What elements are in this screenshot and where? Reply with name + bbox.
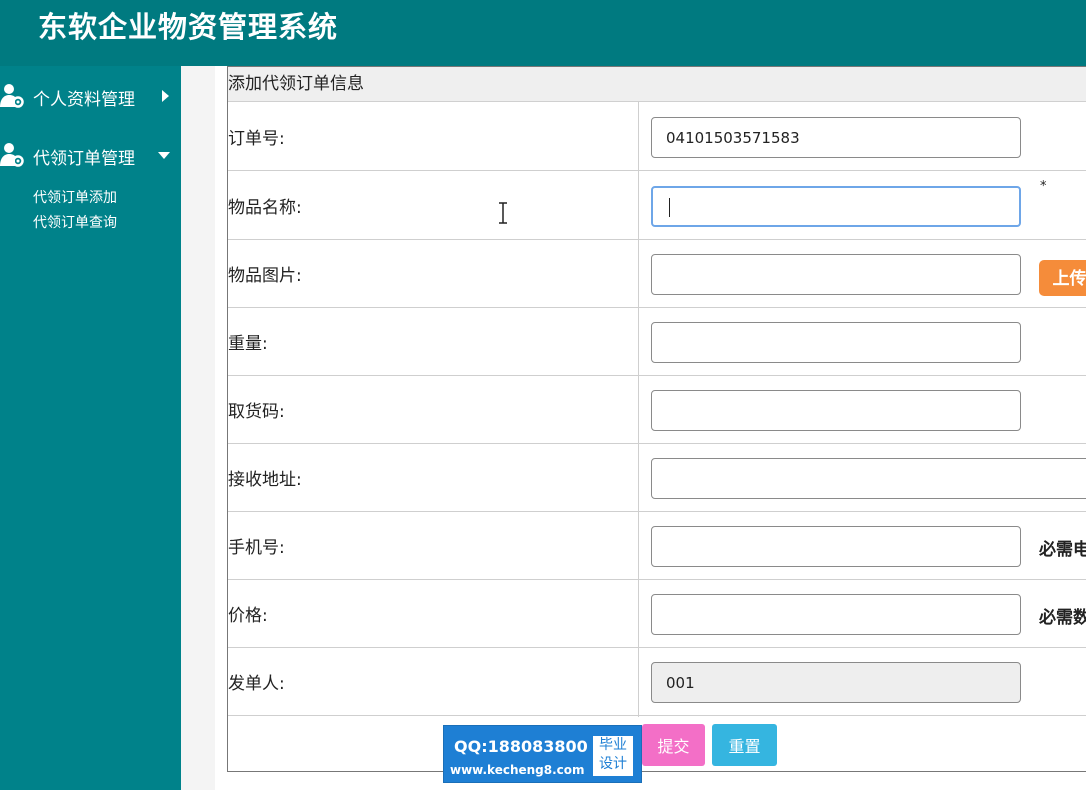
sidebar-group-label: 代领订单管理: [33, 149, 135, 169]
field-hint: 必需电: [1039, 540, 1086, 560]
form-row-phone: 手机号: 必需电: [228, 511, 1086, 580]
sidebar-group-label: 个人资料管理: [33, 90, 135, 110]
form-row-address: 接收地址:: [228, 443, 1086, 512]
field-hint: 必需数: [1039, 608, 1086, 628]
user-settings-icon: [0, 143, 24, 167]
form-row-item-image: 物品图片: 上传: [228, 239, 1086, 308]
pickup-code-input[interactable]: [651, 390, 1021, 431]
field-label: 物品图片:: [228, 266, 302, 286]
watermark-badge: QQ:188083800 www.kecheng8.com 毕业 设计: [443, 725, 642, 783]
field-label: 订单号:: [228, 129, 285, 149]
watermark-url: www.kecheng8.com: [450, 763, 585, 777]
field-label: 接收地址:: [228, 470, 302, 490]
sidebar-group-orders[interactable]: 代领订单管理: [0, 139, 181, 171]
sidebar-item-order-query[interactable]: 代领订单查询: [33, 212, 117, 232]
form-row-order-no: 订单号:: [228, 102, 1086, 171]
sidebar-group-profile[interactable]: 个人资料管理: [0, 80, 181, 112]
watermark-tag: 毕业 设计: [593, 736, 633, 776]
field-label: 重量:: [228, 334, 268, 354]
required-mark: *: [1040, 179, 1047, 194]
sender-input[interactable]: [651, 662, 1021, 703]
item-image-input[interactable]: [651, 254, 1021, 295]
watermark-qq: QQ:188083800: [454, 737, 588, 756]
chevron-right-icon: [162, 90, 169, 102]
form-row-item-name: 物品名称: *: [228, 171, 1086, 240]
watermark-tag-line1: 毕业: [599, 737, 627, 753]
phone-input[interactable]: [651, 526, 1021, 567]
sidebar-item-order-add[interactable]: 代领订单添加: [33, 187, 117, 207]
form-row-sender: 发单人:: [228, 647, 1086, 716]
app-title: 东软企业物资管理系统: [38, 10, 339, 44]
submit-button[interactable]: 提交: [642, 724, 705, 766]
form-panel: 添加代领订单信息 订单号: 物品名称: * 物品图片: 上传 重量: 取货码: …: [227, 66, 1086, 772]
weight-input[interactable]: [651, 322, 1021, 363]
form-row-price: 价格: 必需数: [228, 579, 1086, 648]
text-cursor: [669, 198, 670, 217]
order-number-input[interactable]: [651, 117, 1021, 158]
chevron-down-icon: [158, 152, 170, 159]
reset-button[interactable]: 重置: [712, 724, 777, 766]
field-label: 价格:: [228, 606, 268, 626]
ibeam-cursor-icon: [499, 202, 507, 224]
sidebar-gap: [181, 66, 215, 790]
field-label: 物品名称:: [228, 198, 302, 218]
field-label: 取货码:: [228, 402, 285, 422]
user-settings-icon: [0, 84, 24, 108]
address-input[interactable]: [651, 458, 1086, 499]
sidebar: 个人资料管理 代领订单管理 代领订单添加 代领订单查询: [0, 66, 181, 790]
price-input[interactable]: [651, 594, 1021, 635]
upload-button[interactable]: 上传: [1039, 260, 1086, 296]
field-label: 发单人:: [228, 674, 285, 694]
watermark-tag-line2: 设计: [599, 756, 627, 772]
section-title: 添加代领订单信息: [228, 67, 1086, 102]
form-row-pickup-code: 取货码:: [228, 375, 1086, 444]
field-label: 手机号:: [228, 538, 285, 558]
app-header: 东软企业物资管理系统: [0, 0, 1086, 66]
item-name-input[interactable]: [651, 186, 1021, 227]
form-row-weight: 重量:: [228, 307, 1086, 376]
